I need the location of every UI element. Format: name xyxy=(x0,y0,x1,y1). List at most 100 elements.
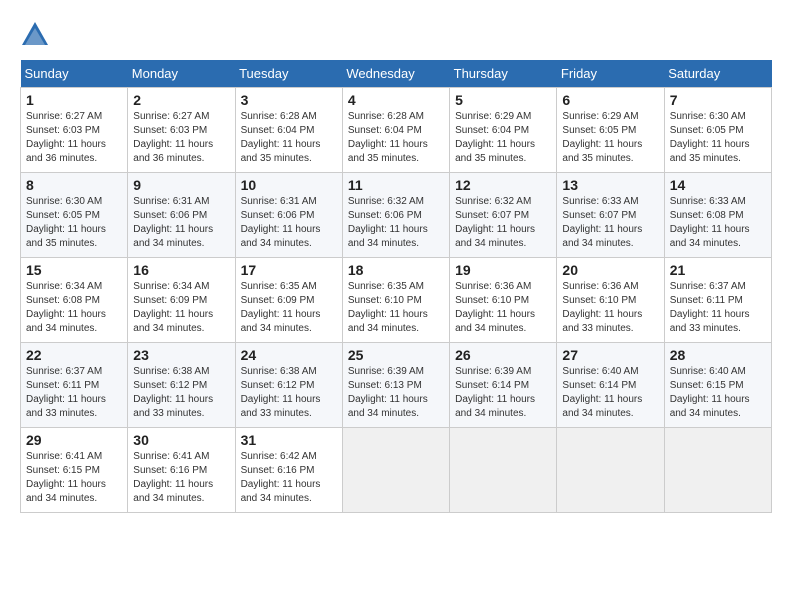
day-info: Sunrise: 6:28 AMSunset: 6:04 PMDaylight:… xyxy=(241,111,321,164)
day-info: Sunrise: 6:41 AMSunset: 6:15 PMDaylight:… xyxy=(26,451,106,504)
day-info: Sunrise: 6:32 AMSunset: 6:07 PMDaylight:… xyxy=(455,196,535,249)
day-cell-1: 1 Sunrise: 6:27 AMSunset: 6:03 PMDayligh… xyxy=(21,88,128,173)
day-number: 7 xyxy=(670,92,766,108)
day-info: Sunrise: 6:27 AMSunset: 6:03 PMDaylight:… xyxy=(133,111,213,164)
day-info: Sunrise: 6:35 AMSunset: 6:09 PMDaylight:… xyxy=(241,281,321,334)
day-info: Sunrise: 6:42 AMSunset: 6:16 PMDaylight:… xyxy=(241,451,321,504)
day-number: 20 xyxy=(562,262,658,278)
weekday-header-monday: Monday xyxy=(128,60,235,88)
weekday-header-thursday: Thursday xyxy=(450,60,557,88)
week-row-3: 15 Sunrise: 6:34 AMSunset: 6:08 PMDaylig… xyxy=(21,258,772,343)
day-number: 5 xyxy=(455,92,551,108)
empty-cell xyxy=(342,428,449,513)
day-number: 27 xyxy=(562,347,658,363)
day-cell-3: 3 Sunrise: 6:28 AMSunset: 6:04 PMDayligh… xyxy=(235,88,342,173)
day-cell-6: 6 Sunrise: 6:29 AMSunset: 6:05 PMDayligh… xyxy=(557,88,664,173)
day-info: Sunrise: 6:39 AMSunset: 6:14 PMDaylight:… xyxy=(455,366,535,419)
day-info: Sunrise: 6:34 AMSunset: 6:09 PMDaylight:… xyxy=(133,281,213,334)
day-number: 2 xyxy=(133,92,229,108)
day-number: 18 xyxy=(348,262,444,278)
weekday-header-saturday: Saturday xyxy=(664,60,771,88)
day-number: 6 xyxy=(562,92,658,108)
day-number: 10 xyxy=(241,177,337,193)
day-cell-19: 19 Sunrise: 6:36 AMSunset: 6:10 PMDaylig… xyxy=(450,258,557,343)
empty-cell xyxy=(557,428,664,513)
empty-cell xyxy=(664,428,771,513)
day-number: 26 xyxy=(455,347,551,363)
day-cell-23: 23 Sunrise: 6:38 AMSunset: 6:12 PMDaylig… xyxy=(128,343,235,428)
day-number: 19 xyxy=(455,262,551,278)
day-number: 29 xyxy=(26,432,122,448)
day-info: Sunrise: 6:41 AMSunset: 6:16 PMDaylight:… xyxy=(133,451,213,504)
day-number: 8 xyxy=(26,177,122,193)
day-number: 11 xyxy=(348,177,444,193)
day-cell-16: 16 Sunrise: 6:34 AMSunset: 6:09 PMDaylig… xyxy=(128,258,235,343)
day-info: Sunrise: 6:36 AMSunset: 6:10 PMDaylight:… xyxy=(562,281,642,334)
day-number: 3 xyxy=(241,92,337,108)
day-cell-31: 31 Sunrise: 6:42 AMSunset: 6:16 PMDaylig… xyxy=(235,428,342,513)
day-cell-28: 28 Sunrise: 6:40 AMSunset: 6:15 PMDaylig… xyxy=(664,343,771,428)
page-header xyxy=(20,20,772,50)
day-number: 23 xyxy=(133,347,229,363)
calendar-table: SundayMondayTuesdayWednesdayThursdayFrid… xyxy=(20,60,772,513)
day-number: 16 xyxy=(133,262,229,278)
day-number: 13 xyxy=(562,177,658,193)
day-info: Sunrise: 6:31 AMSunset: 6:06 PMDaylight:… xyxy=(133,196,213,249)
day-number: 25 xyxy=(348,347,444,363)
weekday-header-tuesday: Tuesday xyxy=(235,60,342,88)
day-cell-25: 25 Sunrise: 6:39 AMSunset: 6:13 PMDaylig… xyxy=(342,343,449,428)
day-info: Sunrise: 6:34 AMSunset: 6:08 PMDaylight:… xyxy=(26,281,106,334)
day-number: 21 xyxy=(670,262,766,278)
day-info: Sunrise: 6:29 AMSunset: 6:04 PMDaylight:… xyxy=(455,111,535,164)
week-row-5: 29 Sunrise: 6:41 AMSunset: 6:15 PMDaylig… xyxy=(21,428,772,513)
empty-cell xyxy=(450,428,557,513)
week-row-1: 1 Sunrise: 6:27 AMSunset: 6:03 PMDayligh… xyxy=(21,88,772,173)
day-cell-24: 24 Sunrise: 6:38 AMSunset: 6:12 PMDaylig… xyxy=(235,343,342,428)
day-cell-15: 15 Sunrise: 6:34 AMSunset: 6:08 PMDaylig… xyxy=(21,258,128,343)
day-number: 1 xyxy=(26,92,122,108)
day-cell-29: 29 Sunrise: 6:41 AMSunset: 6:15 PMDaylig… xyxy=(21,428,128,513)
day-number: 28 xyxy=(670,347,766,363)
day-cell-18: 18 Sunrise: 6:35 AMSunset: 6:10 PMDaylig… xyxy=(342,258,449,343)
day-cell-21: 21 Sunrise: 6:37 AMSunset: 6:11 PMDaylig… xyxy=(664,258,771,343)
day-cell-14: 14 Sunrise: 6:33 AMSunset: 6:08 PMDaylig… xyxy=(664,173,771,258)
weekday-header-wednesday: Wednesday xyxy=(342,60,449,88)
weekday-header-sunday: Sunday xyxy=(21,60,128,88)
day-cell-5: 5 Sunrise: 6:29 AMSunset: 6:04 PMDayligh… xyxy=(450,88,557,173)
day-cell-13: 13 Sunrise: 6:33 AMSunset: 6:07 PMDaylig… xyxy=(557,173,664,258)
day-info: Sunrise: 6:32 AMSunset: 6:06 PMDaylight:… xyxy=(348,196,428,249)
day-info: Sunrise: 6:40 AMSunset: 6:14 PMDaylight:… xyxy=(562,366,642,419)
day-cell-17: 17 Sunrise: 6:35 AMSunset: 6:09 PMDaylig… xyxy=(235,258,342,343)
day-cell-27: 27 Sunrise: 6:40 AMSunset: 6:14 PMDaylig… xyxy=(557,343,664,428)
day-info: Sunrise: 6:35 AMSunset: 6:10 PMDaylight:… xyxy=(348,281,428,334)
day-cell-20: 20 Sunrise: 6:36 AMSunset: 6:10 PMDaylig… xyxy=(557,258,664,343)
day-info: Sunrise: 6:33 AMSunset: 6:07 PMDaylight:… xyxy=(562,196,642,249)
day-cell-10: 10 Sunrise: 6:31 AMSunset: 6:06 PMDaylig… xyxy=(235,173,342,258)
day-number: 12 xyxy=(455,177,551,193)
day-info: Sunrise: 6:30 AMSunset: 6:05 PMDaylight:… xyxy=(670,111,750,164)
day-info: Sunrise: 6:39 AMSunset: 6:13 PMDaylight:… xyxy=(348,366,428,419)
day-number: 22 xyxy=(26,347,122,363)
day-cell-2: 2 Sunrise: 6:27 AMSunset: 6:03 PMDayligh… xyxy=(128,88,235,173)
day-info: Sunrise: 6:31 AMSunset: 6:06 PMDaylight:… xyxy=(241,196,321,249)
day-info: Sunrise: 6:37 AMSunset: 6:11 PMDaylight:… xyxy=(670,281,750,334)
day-cell-11: 11 Sunrise: 6:32 AMSunset: 6:06 PMDaylig… xyxy=(342,173,449,258)
day-info: Sunrise: 6:38 AMSunset: 6:12 PMDaylight:… xyxy=(133,366,213,419)
day-number: 24 xyxy=(241,347,337,363)
logo-icon xyxy=(20,20,50,50)
day-number: 4 xyxy=(348,92,444,108)
day-info: Sunrise: 6:37 AMSunset: 6:11 PMDaylight:… xyxy=(26,366,106,419)
day-cell-22: 22 Sunrise: 6:37 AMSunset: 6:11 PMDaylig… xyxy=(21,343,128,428)
day-info: Sunrise: 6:36 AMSunset: 6:10 PMDaylight:… xyxy=(455,281,535,334)
day-info: Sunrise: 6:29 AMSunset: 6:05 PMDaylight:… xyxy=(562,111,642,164)
weekday-header-friday: Friday xyxy=(557,60,664,88)
day-cell-30: 30 Sunrise: 6:41 AMSunset: 6:16 PMDaylig… xyxy=(128,428,235,513)
day-cell-4: 4 Sunrise: 6:28 AMSunset: 6:04 PMDayligh… xyxy=(342,88,449,173)
day-info: Sunrise: 6:38 AMSunset: 6:12 PMDaylight:… xyxy=(241,366,321,419)
day-cell-9: 9 Sunrise: 6:31 AMSunset: 6:06 PMDayligh… xyxy=(128,173,235,258)
day-info: Sunrise: 6:33 AMSunset: 6:08 PMDaylight:… xyxy=(670,196,750,249)
week-row-4: 22 Sunrise: 6:37 AMSunset: 6:11 PMDaylig… xyxy=(21,343,772,428)
day-cell-12: 12 Sunrise: 6:32 AMSunset: 6:07 PMDaylig… xyxy=(450,173,557,258)
day-cell-26: 26 Sunrise: 6:39 AMSunset: 6:14 PMDaylig… xyxy=(450,343,557,428)
day-info: Sunrise: 6:30 AMSunset: 6:05 PMDaylight:… xyxy=(26,196,106,249)
